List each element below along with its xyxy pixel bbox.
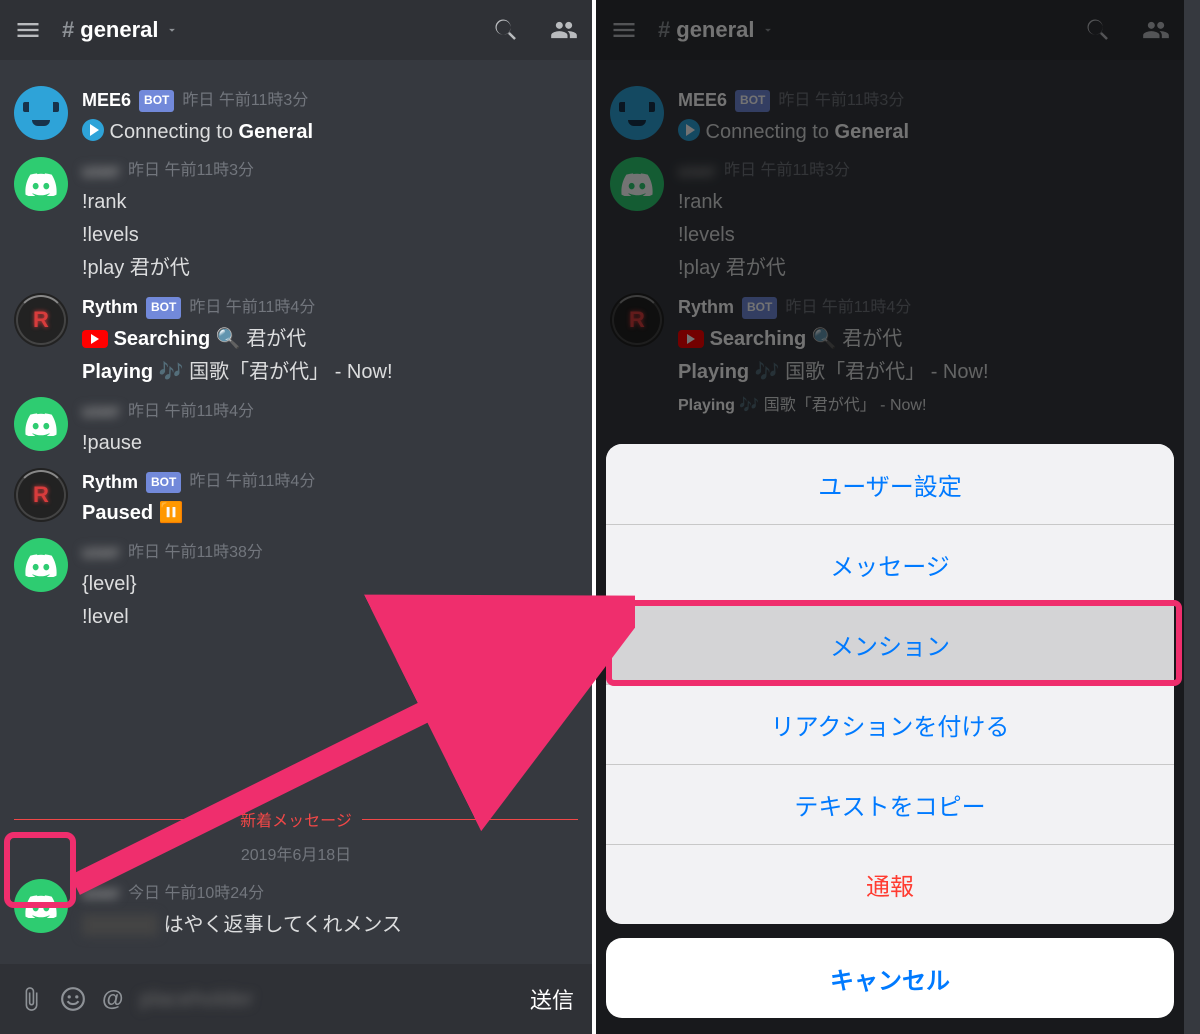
date-divider: 2019年6月18日 bbox=[0, 841, 592, 865]
message-author[interactable]: user bbox=[82, 397, 120, 427]
message-content: はやく返事してくれメンス bbox=[82, 909, 578, 942]
avatar[interactable] bbox=[14, 86, 68, 140]
message-content: {level} bbox=[82, 568, 578, 601]
avatar[interactable] bbox=[14, 538, 68, 592]
play-icon bbox=[82, 119, 104, 141]
message-timestamp: 昨日 午前11時4分 bbox=[189, 295, 315, 321]
menu-icon[interactable] bbox=[14, 16, 42, 44]
chat-header: # general bbox=[0, 0, 592, 60]
action-sheet-item[interactable]: リアクションを付ける bbox=[606, 684, 1174, 764]
hash-icon: # bbox=[62, 17, 74, 43]
action-sheet-item[interactable]: ユーザー設定 bbox=[606, 444, 1174, 524]
message-author[interactable]: user bbox=[82, 538, 120, 568]
message[interactable]: R Rythm BOT 昨日 午前11時4分 Searching 🔍 君が代Playi… bbox=[0, 287, 592, 391]
message[interactable]: user 昨日 午前11時4分!pause bbox=[0, 391, 592, 462]
screen-left: # general MEE6 BOT 昨日 午前11時3分 Connecting t… bbox=[0, 0, 592, 1034]
bot-tag: BOT bbox=[146, 472, 181, 494]
message[interactable]: user 昨日 午前11時38分{level}!level bbox=[0, 532, 592, 636]
message[interactable]: MEE6 BOT 昨日 午前11時3分 Connecting to General bbox=[0, 80, 592, 151]
avatar[interactable]: R bbox=[14, 468, 68, 522]
message[interactable]: R Rythm BOT 昨日 午前11時4分Paused ⏸️ bbox=[0, 462, 592, 533]
message-content: !levels bbox=[82, 219, 578, 252]
action-sheet: ユーザー設定メッセージメンションリアクションを付けるテキストをコピー通報 キャン… bbox=[606, 444, 1174, 1018]
avatar[interactable] bbox=[14, 157, 68, 211]
message-timestamp: 昨日 午前11時4分 bbox=[128, 399, 254, 425]
message-content: !pause bbox=[82, 427, 578, 460]
search-icon[interactable] bbox=[492, 16, 520, 44]
mention-prefix: @ bbox=[102, 986, 123, 1012]
members-icon[interactable] bbox=[550, 16, 578, 44]
message-author[interactable]: Rythm bbox=[82, 293, 138, 323]
message-timestamp: 今日 午前10時24分 bbox=[128, 881, 264, 907]
message-author[interactable]: user bbox=[82, 879, 120, 909]
avatar[interactable]: R bbox=[14, 293, 68, 347]
bot-tag: BOT bbox=[139, 90, 174, 112]
action-sheet-item[interactable]: メンション bbox=[606, 604, 1174, 684]
message-composer: @ placeholder 送信 bbox=[0, 964, 592, 1034]
youtube-icon bbox=[82, 330, 108, 348]
message-author[interactable]: Rythm bbox=[82, 468, 138, 498]
chevron-down-icon bbox=[165, 23, 179, 37]
message-content: Paused ⏸️ bbox=[82, 497, 578, 530]
attachment-icon[interactable] bbox=[18, 986, 44, 1012]
emoji-icon[interactable] bbox=[60, 986, 86, 1012]
action-sheet-item[interactable]: メッセージ bbox=[606, 524, 1174, 604]
message-list[interactable]: MEE6BOT昨日 午前11時3分 Connecting to Generalu… bbox=[0, 60, 592, 795]
action-sheet-item[interactable]: テキストをコピー bbox=[606, 764, 1174, 844]
message-author[interactable]: user bbox=[82, 157, 120, 187]
message-timestamp: 昨日 午前11時4分 bbox=[189, 469, 315, 495]
message-timestamp: 昨日 午前11時3分 bbox=[182, 88, 308, 114]
channel-name: general bbox=[80, 17, 158, 43]
message-content: !play 君が代 bbox=[82, 252, 578, 285]
highlight-avatar-annotation bbox=[4, 832, 76, 908]
message-content: !level bbox=[82, 601, 578, 634]
message-content: Connecting to General bbox=[82, 116, 578, 149]
message-author[interactable]: MEE6 bbox=[82, 86, 131, 116]
message-content: Playing 🎶 国歌「君が代」 - Now! bbox=[82, 356, 578, 389]
new-messages-divider: 新着メッセージ bbox=[14, 807, 578, 831]
action-sheet-cancel[interactable]: キャンセル bbox=[606, 938, 1174, 1018]
message-timestamp: 昨日 午前11時3分 bbox=[128, 158, 254, 184]
channel-title[interactable]: # general bbox=[62, 17, 472, 43]
message[interactable]: user 昨日 午前11時3分!rank!levels!play 君が代 bbox=[0, 151, 592, 288]
message[interactable]: user 今日 午前10時24分 はやく返事してくれメンス bbox=[0, 873, 592, 944]
screen-right: # general MEE6BOT昨日 午前11時3分 Connecting t… bbox=[592, 0, 1184, 1034]
message-content: Searching 🔍 君が代 bbox=[82, 323, 578, 356]
composer-input[interactable]: placeholder bbox=[139, 986, 514, 1012]
message-content: !rank bbox=[82, 186, 578, 219]
avatar[interactable] bbox=[14, 397, 68, 451]
bot-tag: BOT bbox=[146, 297, 181, 319]
send-button[interactable]: 送信 bbox=[530, 983, 574, 1015]
action-sheet-item[interactable]: 通報 bbox=[606, 844, 1174, 924]
message-timestamp: 昨日 午前11時38分 bbox=[128, 540, 263, 566]
